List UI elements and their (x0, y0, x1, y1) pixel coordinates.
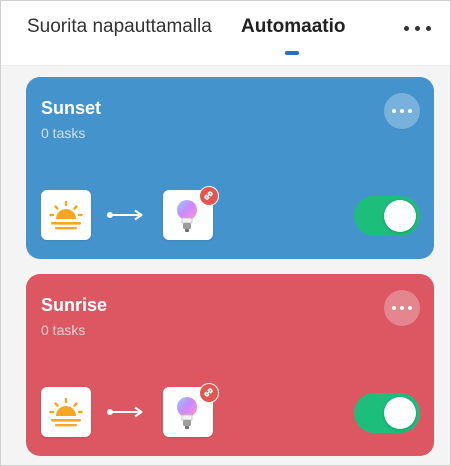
card-more-icon[interactable] (384, 93, 420, 129)
automation-name: Sunrise (41, 295, 108, 315)
more-horizontal-icon[interactable] (401, 19, 435, 39)
tab-tap-to-run[interactable]: Suorita napauttamalla (27, 15, 212, 39)
top-tab-bar: Suorita napauttamalla Automaatio (1, 1, 450, 66)
sunrise-icon (41, 387, 91, 437)
link-icon (199, 383, 219, 403)
task-count: 0 tasks (41, 322, 86, 338)
enable-toggle[interactable] (354, 393, 420, 433)
task-count: 0 tasks (41, 125, 86, 141)
automation-card-sunrise[interactable]: Sunrise 0 tasks (26, 274, 434, 456)
tab-automation[interactable]: Automaatio (241, 15, 346, 39)
toggle-knob (384, 397, 416, 429)
arrow-right-icon (107, 406, 143, 418)
active-tab-indicator (285, 51, 299, 55)
link-icon (199, 186, 219, 206)
automation-card-sunset[interactable]: Sunset 0 tasks (26, 77, 434, 259)
app-screen: Suorita napauttamalla Automaatio Sunset … (0, 0, 451, 466)
automation-name: Sunset (41, 98, 102, 118)
card-more-icon[interactable] (384, 290, 420, 326)
toggle-knob (384, 200, 416, 232)
sunset-icon (41, 190, 91, 240)
arrow-right-icon (107, 209, 143, 221)
enable-toggle[interactable] (354, 196, 420, 236)
